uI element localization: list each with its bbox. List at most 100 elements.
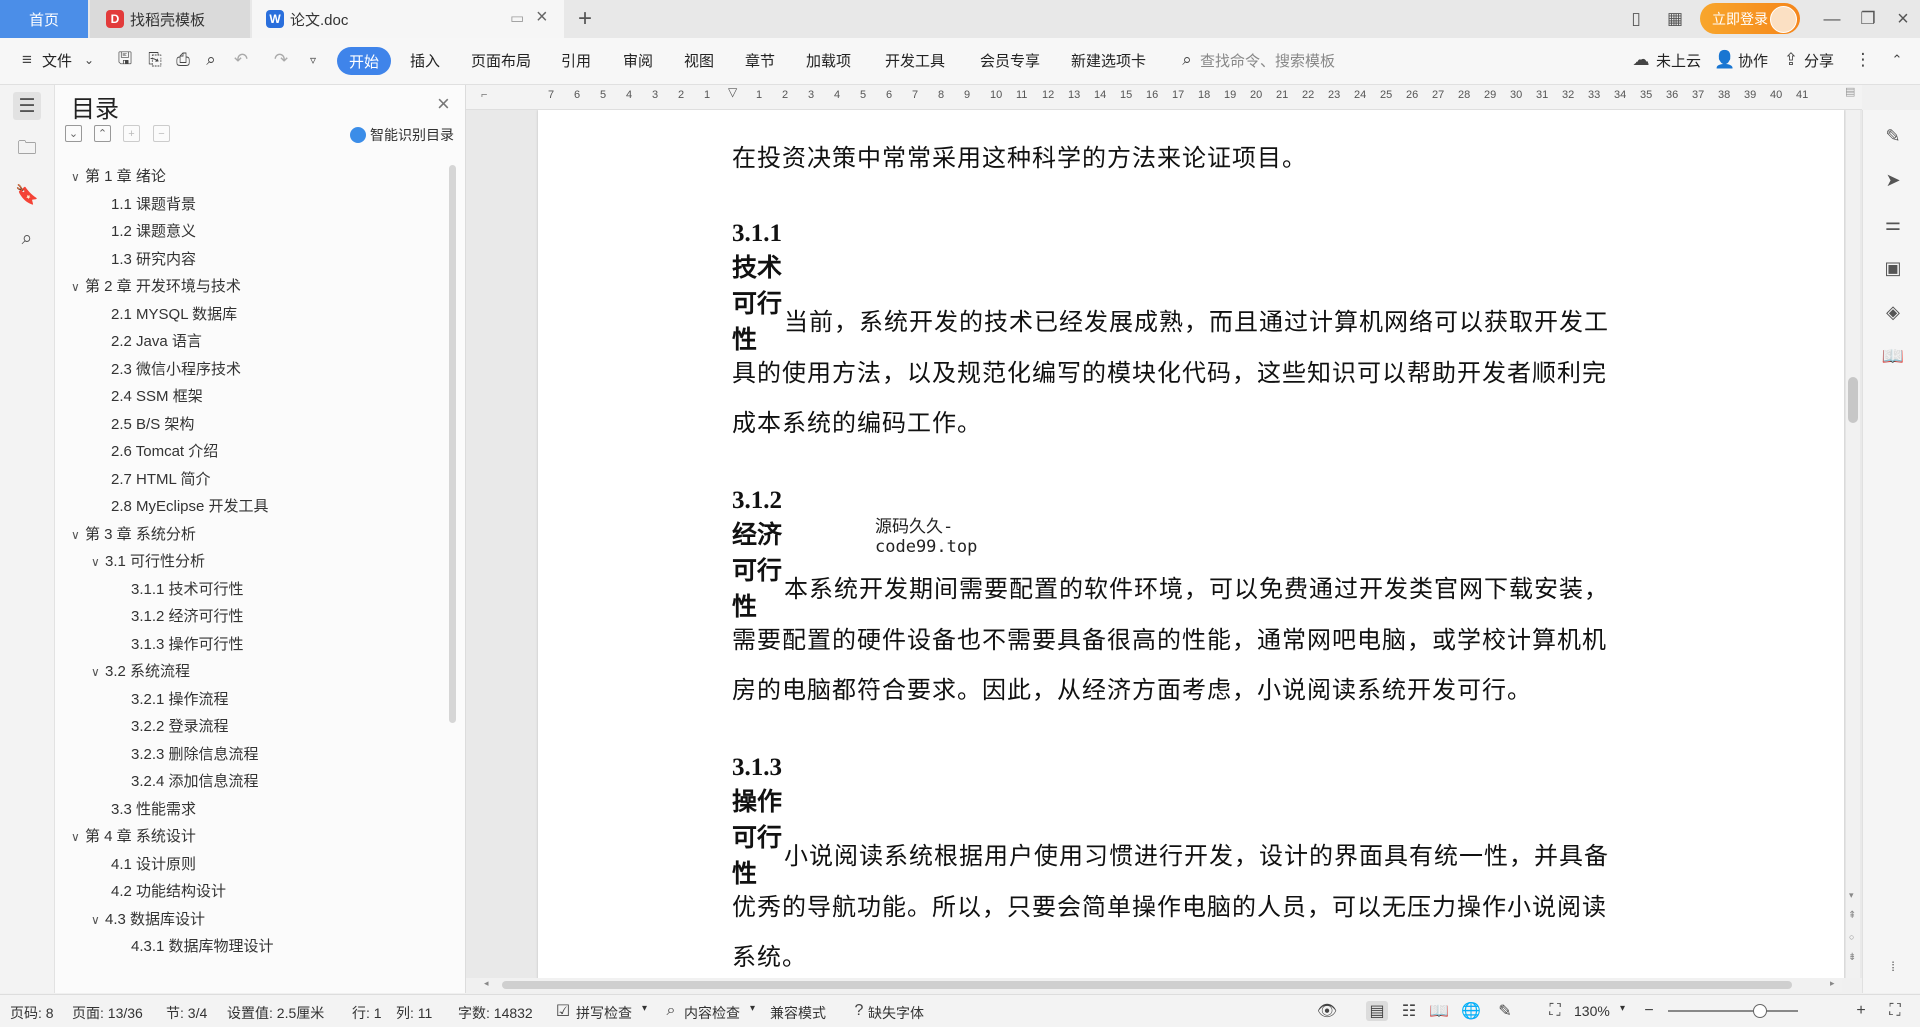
select-browse-object-icon[interactable]: ○ bbox=[1849, 932, 1854, 942]
menu-chapter[interactable]: 章节 bbox=[745, 50, 775, 71]
more-options-icon[interactable]: ⋮ bbox=[1852, 49, 1874, 71]
menu-member[interactable]: 会员专享 bbox=[980, 50, 1040, 71]
horizontal-scroll-thumb[interactable] bbox=[502, 981, 1792, 989]
reading-view-icon[interactable]: 📖 bbox=[1428, 1001, 1450, 1021]
bookmark-icon[interactable]: 🔖 bbox=[13, 181, 41, 209]
login-button[interactable]: 立即登录 bbox=[1700, 3, 1800, 34]
image-tools-icon[interactable]: ▣ bbox=[1881, 256, 1905, 280]
menu-review[interactable]: 审阅 bbox=[623, 50, 653, 71]
toc-item[interactable]: 3.2.2 登录流程 bbox=[131, 715, 229, 736]
pin-icon[interactable]: ▭ bbox=[510, 9, 524, 27]
theme-icon[interactable]: ◈ bbox=[1881, 300, 1905, 324]
eye-protection-icon[interactable]: 👁 bbox=[1316, 1001, 1338, 1021]
remove-heading-icon[interactable]: − bbox=[153, 125, 170, 142]
command-search-input[interactable]: 查找命令、搜索模板 bbox=[1200, 50, 1335, 71]
toc-item[interactable]: 3.1.2 经济可行性 bbox=[131, 605, 244, 626]
more-tools-icon[interactable]: ⁞ bbox=[1881, 954, 1905, 978]
page-view-icon[interactable]: ▤ bbox=[1366, 1001, 1388, 1021]
toc-item[interactable]: 3.1.3 操作可行性 bbox=[131, 633, 244, 654]
close-icon[interactable]: × bbox=[437, 91, 450, 117]
expand-all-icon[interactable]: ⌄ bbox=[65, 125, 82, 142]
chevron-down-icon[interactable]: ∨ bbox=[71, 170, 85, 184]
tab-home[interactable]: 首页 bbox=[0, 0, 88, 38]
toc-item[interactable]: 3.1.1 技术可行性 bbox=[131, 578, 244, 599]
minimize-icon[interactable]: — bbox=[1819, 6, 1845, 32]
menu-addins[interactable]: 加载项 bbox=[806, 50, 851, 71]
toc-item[interactable]: ∨ 3.1 可行性分析 bbox=[91, 550, 205, 571]
add-heading-icon[interactable]: + bbox=[123, 125, 140, 142]
write-mode-icon[interactable]: ✎ bbox=[1494, 1001, 1516, 1021]
collapse-ribbon-icon[interactable]: ⌃ bbox=[1886, 49, 1908, 71]
toc-scrollbar[interactable] bbox=[449, 165, 456, 723]
toc-item[interactable]: ∨ 第 2 章 开发环境与技术 bbox=[71, 275, 241, 296]
first-indent-marker-icon[interactable]: ▽ bbox=[728, 85, 737, 99]
toc-item[interactable]: ∨ 4.3 数据库设计 bbox=[91, 908, 205, 929]
toc-item[interactable]: ∨ 3.2 系统流程 bbox=[91, 660, 190, 681]
menu-start[interactable]: 开始 bbox=[337, 47, 391, 75]
horizontal-scrollbar[interactable]: ◂ ▸ bbox=[480, 978, 1842, 992]
adjust-settings-icon[interactable]: ⚌ bbox=[1881, 212, 1905, 236]
menu-view[interactable]: 视图 bbox=[684, 50, 714, 71]
vertical-scrollbar[interactable]: ▾ ⇞ ○ ⇟ bbox=[1846, 110, 1860, 978]
section-count[interactable]: 节: 3/4 bbox=[166, 1003, 207, 1023]
chevron-down-icon[interactable]: ⌄ bbox=[78, 49, 100, 71]
scroll-down-arrow-icon[interactable]: ▾ bbox=[1849, 890, 1854, 901]
zoom-dropdown-icon[interactable]: ▾ bbox=[1620, 1003, 1625, 1014]
toc-item[interactable]: ∨ 第 1 章 绪论 bbox=[71, 165, 166, 186]
content-check-dropdown-icon[interactable]: ▾ bbox=[750, 1003, 755, 1014]
toc-item[interactable]: 2.8 MyEclipse 开发工具 bbox=[111, 495, 269, 516]
setting-value[interactable]: 设置值: 2.5厘米 bbox=[227, 1003, 324, 1023]
horizontal-ruler[interactable]: ⌐ 7 6 5 4 3 2 1 1 2 3 4 5 6 7 8 9 10 11 12 13 14 15 16 17 18 19 20… bbox=[466, 85, 1862, 110]
chevron-down-icon[interactable]: ∨ bbox=[71, 528, 85, 542]
toc-item[interactable]: 4.3.1 数据库物理设计 bbox=[131, 935, 274, 956]
spell-check-button[interactable]: 拼写检查 bbox=[576, 1003, 632, 1023]
undo-icon[interactable]: ↶ bbox=[230, 49, 252, 71]
hamburger-menu-icon[interactable]: ≡ bbox=[16, 49, 38, 71]
missing-font-button[interactable]: 缺失字体 bbox=[868, 1003, 924, 1023]
close-window-icon[interactable]: × bbox=[1890, 6, 1916, 32]
toc-item[interactable]: 4.1 设计原则 bbox=[111, 853, 196, 874]
spell-check-icon[interactable]: ☑ bbox=[552, 1001, 574, 1021]
toc-item[interactable]: 1.3 研究内容 bbox=[111, 248, 196, 269]
pen-icon[interactable]: ✎ bbox=[1881, 124, 1905, 148]
toc-item[interactable]: 2.1 MYSQL 数据库 bbox=[111, 303, 237, 324]
ruler-toggle-icon[interactable]: ▤ bbox=[1845, 85, 1855, 98]
tab-close-icon[interactable]: × bbox=[536, 6, 548, 29]
navigation-pane-icon[interactable]: 🗀 bbox=[13, 136, 41, 164]
toc-item[interactable]: 3.2.4 添加信息流程 bbox=[131, 770, 259, 791]
scroll-left-arrow-icon[interactable]: ◂ bbox=[484, 978, 489, 989]
word-count[interactable]: 字数: 14832 bbox=[458, 1003, 533, 1023]
zoom-slider-knob[interactable] bbox=[1753, 1004, 1767, 1018]
chevron-down-icon[interactable]: ∨ bbox=[71, 830, 85, 844]
toc-panel-icon[interactable]: ☰ bbox=[13, 92, 41, 120]
restore-icon[interactable]: ❐ bbox=[1855, 6, 1881, 32]
menu-insert[interactable]: 插入 bbox=[410, 50, 440, 71]
toc-item[interactable]: 3.2.1 操作流程 bbox=[131, 688, 229, 709]
redo-icon[interactable]: ↷ bbox=[270, 49, 292, 71]
zoom-out-icon[interactable]: − bbox=[1638, 1001, 1660, 1021]
cursor-select-icon[interactable]: ➤ bbox=[1881, 168, 1905, 192]
toc-item[interactable]: 3.2.3 删除信息流程 bbox=[131, 743, 259, 764]
scroll-right-arrow-icon[interactable]: ▸ bbox=[1830, 978, 1835, 989]
chevron-down-icon[interactable]: ∨ bbox=[91, 555, 105, 569]
fullscreen-icon[interactable]: ⛶ bbox=[1884, 1001, 1906, 1021]
menu-new-tab[interactable]: 新建选项卡 bbox=[1071, 50, 1146, 71]
outline-view-icon[interactable]: ☷ bbox=[1398, 1001, 1420, 1021]
quick-access-dropdown-icon[interactable]: ▿ bbox=[302, 49, 324, 71]
content-check-button[interactable]: 内容检查 bbox=[684, 1003, 740, 1023]
share-button[interactable]: 分享 bbox=[1804, 50, 1834, 71]
print-preview-icon[interactable]: ⌕ bbox=[200, 49, 222, 71]
zoom-in-icon[interactable]: + bbox=[1850, 1001, 1872, 1021]
toc-item[interactable]: 2.4 SSM 框架 bbox=[111, 385, 203, 406]
toc-item[interactable]: 2.2 Java 语言 bbox=[111, 330, 202, 351]
tab-template[interactable]: D 找稻壳模板 bbox=[90, 0, 250, 38]
page-code[interactable]: 页码: 8 bbox=[10, 1003, 54, 1023]
layout-icon[interactable]: ▯ bbox=[1623, 6, 1649, 32]
tab-document[interactable]: W 论文.doc ▭ × bbox=[252, 0, 564, 38]
tab-stop-icon[interactable]: ⌐ bbox=[481, 89, 487, 101]
fit-page-icon[interactable]: ⛶ bbox=[1544, 1001, 1566, 1021]
toc-item[interactable]: ∨ 第 3 章 系统分析 bbox=[71, 523, 196, 544]
chevron-down-icon[interactable]: ∨ bbox=[91, 665, 105, 679]
menu-developer[interactable]: 开发工具 bbox=[885, 50, 945, 71]
apps-grid-icon[interactable]: ▦ bbox=[1662, 6, 1688, 32]
